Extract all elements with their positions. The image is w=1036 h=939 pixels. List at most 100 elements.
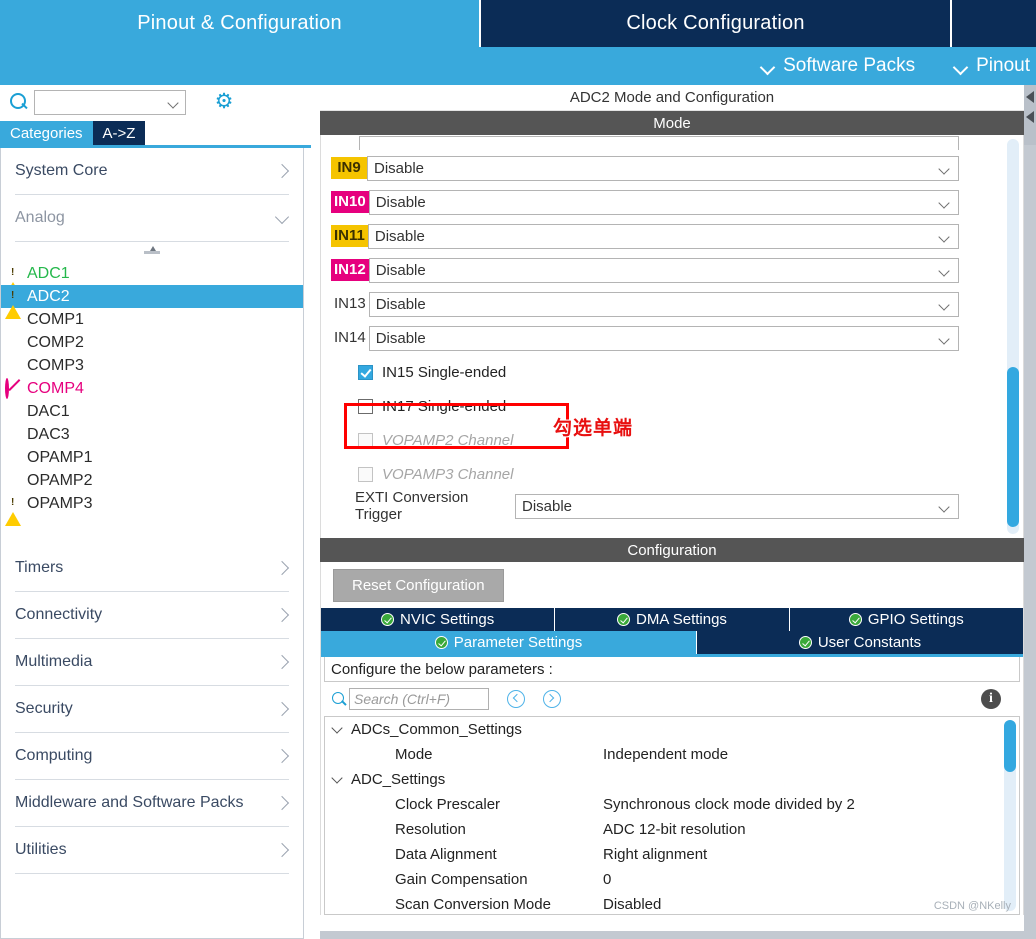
- chevron-down-icon: [333, 724, 344, 735]
- checkbox-row-in17[interactable]: IN17 Single-ended: [321, 389, 997, 423]
- param-row-data-alignment[interactable]: Data Alignment Right alignment: [325, 842, 1019, 867]
- checkbox-in15-single-ended[interactable]: [358, 364, 373, 380]
- sidebar-item-dac3-label: DAC3: [27, 425, 70, 443]
- param-row-clock-prescaler[interactable]: Clock Prescaler Synchronous clock mode d…: [325, 792, 1019, 817]
- sidebar-item-comp2[interactable]: COMP2: [1, 331, 303, 354]
- reset-configuration-label: Reset Configuration: [352, 576, 485, 594]
- tab-user-constants[interactable]: User Constants: [697, 631, 1023, 654]
- mode-scrollbar-track[interactable]: [1007, 139, 1019, 534]
- param-row-mode[interactable]: Mode Independent mode: [325, 742, 1019, 767]
- sidebar-item-multimedia[interactable]: Multimedia: [15, 639, 289, 686]
- list-splitter-handle[interactable]: [1, 242, 303, 262]
- mode-scrollbar-thumb[interactable]: [1007, 367, 1019, 527]
- tab-user-constants-label: User Constants: [817, 634, 922, 651]
- tab-overflow-area[interactable]: [952, 0, 1036, 47]
- sidebar-item-analog[interactable]: Analog: [15, 195, 289, 242]
- channel-select-in10[interactable]: Disable: [368, 189, 959, 215]
- menu-pinout[interactable]: Pinout: [955, 55, 1030, 77]
- channel-select-in14[interactable]: Disable: [368, 325, 959, 351]
- sidebar-item-utilities[interactable]: Utilities: [15, 827, 289, 874]
- param-row-gain-compensation[interactable]: Gain Compensation 0: [325, 867, 1019, 892]
- sidebar-item-dac3[interactable]: DAC3: [1, 423, 303, 446]
- tab-dma-settings[interactable]: DMA Settings: [555, 608, 790, 631]
- next-circle-icon[interactable]: [543, 690, 561, 708]
- chevron-down-icon: [939, 233, 950, 240]
- left-sidebar: ⚙ Categories A->Z System Core Analog ! A…: [0, 85, 311, 939]
- category-list: System Core Analog ADC1 ADC2: [0, 148, 304, 939]
- checkbox-vopamp3-channel: [358, 466, 373, 482]
- param-group-adcs-common-settings[interactable]: ADCs_Common_Settings: [325, 717, 1019, 742]
- chevron-right-icon: [275, 608, 289, 622]
- sidebar-item-comp4-label: COMP4: [27, 379, 84, 397]
- channel-select-in12[interactable]: Disable: [368, 257, 959, 283]
- param-group-adc-settings[interactable]: ADC_Settings: [325, 767, 1019, 792]
- check-circle-icon: [848, 613, 862, 626]
- channel-row-in13: IN13 Disable: [321, 287, 997, 321]
- param-value-resolution: ADC 12-bit resolution: [603, 821, 746, 838]
- channel-value-in13: Disable: [375, 295, 426, 313]
- sidebar-item-comp4[interactable]: COMP4: [1, 377, 303, 400]
- parameter-scrollbar-thumb[interactable]: [1004, 720, 1016, 772]
- tab-categories-label: Categories: [10, 124, 83, 142]
- param-row-scan-conversion-mode[interactable]: Scan Conversion Mode Disabled: [325, 892, 1019, 914]
- reset-button-wrapper: Reset Configuration: [321, 562, 1023, 608]
- channel-select-in11[interactable]: Disable: [367, 223, 959, 249]
- tab-gpio-settings[interactable]: GPIO Settings: [789, 608, 1023, 631]
- reset-configuration-button[interactable]: Reset Configuration: [333, 568, 504, 602]
- chevron-right-icon: [275, 749, 289, 763]
- channel-row-in11: IN11 Disable: [321, 219, 997, 253]
- sidebar-item-analog-label: Analog: [15, 209, 65, 226]
- sidebar-item-opamp1[interactable]: OPAMP1: [1, 446, 303, 469]
- sidebar-item-dac1[interactable]: DAC1: [1, 400, 303, 423]
- channel-value-in12: Disable: [375, 261, 426, 279]
- sidebar-item-system-core[interactable]: System Core: [15, 148, 289, 195]
- channel-row-in12: IN12 Disable: [321, 253, 997, 287]
- sidebar-item-adc2[interactable]: ADC2: [1, 285, 303, 319]
- configure-note: Configure the below parameters :: [324, 657, 1020, 682]
- chevron-down-icon: [275, 211, 289, 225]
- tab-a-to-z[interactable]: A->Z: [92, 121, 146, 145]
- sidebar-item-middleware[interactable]: Middleware and Software Packs: [15, 780, 289, 827]
- channel-select-partial[interactable]: [359, 136, 959, 150]
- channel-select-in13[interactable]: Disable: [368, 291, 959, 317]
- checkbox-in17-single-ended[interactable]: [358, 398, 373, 414]
- checkbox-vopamp2-channel: [358, 432, 373, 448]
- sidebar-item-security[interactable]: Security: [15, 686, 289, 733]
- channel-select-in9[interactable]: Disable: [367, 155, 959, 181]
- mode-header-label: Mode: [653, 114, 691, 132]
- param-group-adcs-common-settings-label: ADCs_Common_Settings: [351, 721, 522, 738]
- tab-clock-configuration[interactable]: Clock Configuration: [481, 0, 950, 47]
- right-edge-strip: [1024, 145, 1036, 939]
- panel-collapse-control[interactable]: [1024, 85, 1036, 145]
- sidebar-item-opamp2[interactable]: OPAMP2: [1, 469, 303, 492]
- tab-categories[interactable]: Categories: [0, 121, 93, 145]
- sidebar-item-connectivity[interactable]: Connectivity: [15, 592, 289, 639]
- prev-circle-icon[interactable]: [507, 690, 525, 708]
- sidebar-item-comp3[interactable]: COMP3: [1, 354, 303, 377]
- info-icon-char: i: [989, 691, 993, 706]
- channel-value-in14: Disable: [375, 329, 426, 347]
- sidebar-item-computing[interactable]: Computing: [15, 733, 289, 780]
- sidebar-item-timers[interactable]: Timers: [15, 545, 289, 592]
- checkbox-row-in15[interactable]: IN15 Single-ended: [321, 355, 997, 389]
- gear-icon[interactable]: ⚙: [213, 91, 235, 113]
- parameter-search-input[interactable]: Search (Ctrl+F): [349, 688, 489, 710]
- search-input[interactable]: [34, 89, 186, 115]
- sidebar-item-comp1[interactable]: COMP1: [1, 308, 303, 331]
- param-name-clock-prescaler: Clock Prescaler: [395, 796, 501, 813]
- parameter-search-row: Search (Ctrl+F) i: [321, 682, 1023, 716]
- tab-parameter-settings[interactable]: Parameter Settings: [321, 631, 697, 654]
- main-tab-bar: Pinout & Configuration Clock Configurati…: [0, 0, 1036, 47]
- tab-pinout-configuration[interactable]: Pinout & Configuration: [0, 0, 479, 47]
- sidebar-item-opamp3[interactable]: OPAMP3: [1, 492, 303, 526]
- sidebar-item-middleware-label: Middleware and Software Packs: [15, 794, 244, 811]
- sidebar-item-adc1[interactable]: ADC1: [1, 262, 303, 296]
- channel-label-in11: IN11: [331, 225, 368, 247]
- tab-nvic-settings[interactable]: NVIC Settings: [321, 608, 556, 631]
- param-row-resolution[interactable]: Resolution ADC 12-bit resolution: [325, 817, 1019, 842]
- tab-pinout-label: Pinout & Configuration: [137, 12, 342, 34]
- exti-trigger-select[interactable]: Disable: [515, 493, 959, 519]
- parameter-scrollbar-track[interactable]: [1004, 720, 1016, 911]
- menu-software-packs[interactable]: Software Packs: [762, 55, 915, 77]
- info-icon[interactable]: i: [981, 689, 1001, 709]
